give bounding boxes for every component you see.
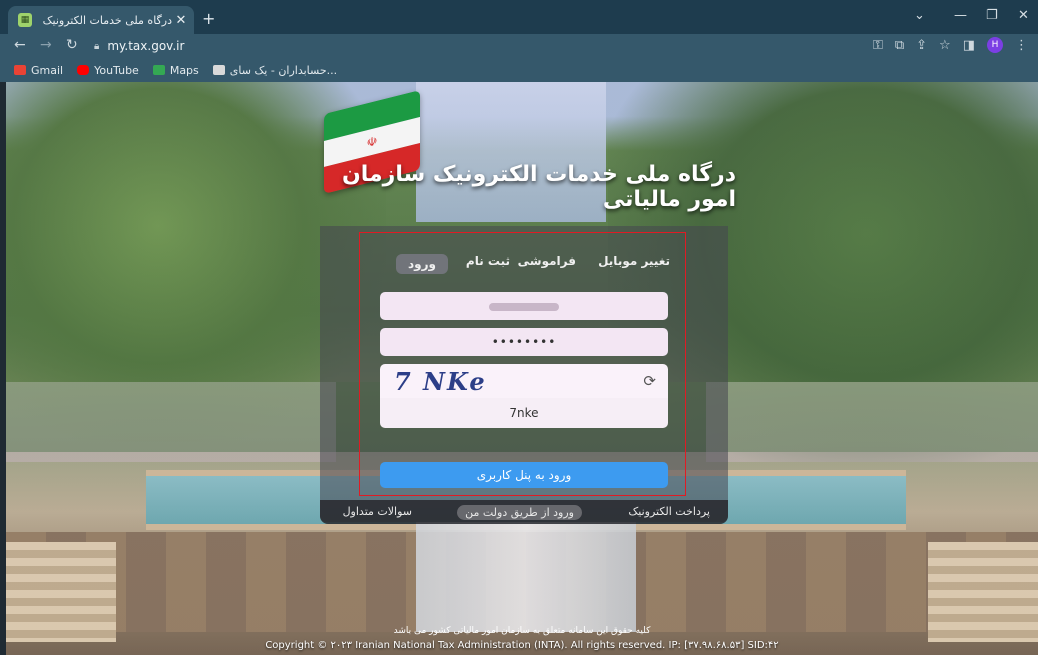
bookmark-hesabdaran[interactable]: حسابداران - یک سای... [212, 64, 337, 77]
tab-register[interactable]: ثبت نام [466, 254, 510, 268]
browser-tab[interactable]: ▦ درگاه ملی خدمات الکترونیک سازما ✕ [8, 6, 194, 34]
tab-close-icon[interactable]: ✕ [172, 13, 190, 28]
restore-icon[interactable]: ❐ [986, 8, 998, 23]
e-payment-link[interactable]: پرداخت الکترونیک [628, 505, 710, 518]
login-tabs: ورود ثبت نام فراموشی تغییر موبایل [380, 254, 670, 278]
captcha-text: 7 NKe [394, 367, 487, 396]
address-bar[interactable]: 🔒︎ my.tax.gov.ir [94, 36, 864, 56]
faq-link[interactable]: سوالات متداول [343, 505, 412, 518]
new-tab-button[interactable]: + [202, 9, 215, 28]
bookmark-youtube[interactable]: YouTube [77, 64, 139, 77]
share-icon[interactable]: ⇪ [916, 38, 927, 53]
login-submit-button[interactable]: ورود به پنل کاربری [380, 462, 668, 488]
sidepanel-icon[interactable]: ◨ [963, 38, 975, 53]
tab-login[interactable]: ورود [396, 254, 448, 274]
key-icon[interactable]: ⚿ [873, 38, 883, 53]
reload-icon[interactable]: ↻ [66, 37, 78, 53]
tab-search-chevron-icon[interactable]: ⌄ [914, 8, 925, 23]
bookmarks-bar: Gmail YouTube Maps حسابداران - یک سای... [0, 58, 1038, 82]
address-url: my.tax.gov.ir [107, 39, 185, 53]
lock-icon: 🔒︎ [94, 40, 100, 52]
bookmark-star-icon[interactable]: ☆ [939, 38, 951, 53]
translate-icon[interactable]: ⧉ [895, 38, 904, 53]
site-title: درگاه ملی خدمات الکترونیک سازمان امور ما… [342, 162, 736, 212]
flag-emblem-icon: ☫ [366, 133, 378, 151]
password-field[interactable]: •••••••• [380, 328, 668, 356]
bookmark-maps[interactable]: Maps [152, 64, 199, 77]
username-field[interactable] [380, 292, 668, 320]
menu-icon[interactable]: ⋮ [1015, 38, 1028, 53]
youtube-icon [77, 65, 90, 75]
tab-title: درگاه ملی خدمات الکترونیک سازما [40, 13, 172, 27]
bookmark-gmail[interactable]: Gmail [14, 64, 63, 77]
profile-avatar[interactable]: H [987, 37, 1003, 53]
footer-rights-fa: کلیه حقوق این سامانه متعلق به سازمان امو… [393, 626, 651, 636]
gmail-icon [14, 65, 26, 75]
back-icon[interactable]: ← [14, 37, 26, 53]
site-favicon-icon: ▦ [18, 13, 32, 27]
minimize-icon[interactable]: — [954, 8, 967, 23]
tab-forgot[interactable]: فراموشی [518, 254, 576, 268]
footer-links: پرداخت الکترونیک ورود از طریق دولت من سو… [320, 500, 728, 524]
browser-tab-bar: ▦ درگاه ملی خدمات الکترونیک سازما ✕ + ⌄ … [0, 0, 1038, 34]
forward-icon[interactable]: → [40, 37, 52, 53]
close-window-icon[interactable]: ✕ [1018, 8, 1029, 23]
gov-login-link[interactable]: ورود از طریق دولت من [457, 505, 582, 520]
page-content: ☫ درگاه ملی خدمات الکترونیک سازمان امور … [6, 82, 1038, 655]
footer-copyright: Copyright © ۲۰۲۳ Iranian National Tax Ad… [265, 640, 779, 651]
captcha-input[interactable]: 7nke [380, 398, 668, 428]
captcha-image: 7 NKe ⟳ [380, 364, 668, 398]
captcha-refresh-icon[interactable]: ⟳ [643, 372, 656, 390]
tab-change-mobile[interactable]: تغییر موبایل [598, 254, 670, 268]
username-value-redacted [489, 302, 559, 311]
toolbar-icons: ⚿ ⧉ ⇪ ☆ ◨ H ⋮ [873, 37, 1028, 53]
maps-icon [152, 65, 165, 75]
browser-toolbar: ← → ↻ 🔒︎ my.tax.gov.ir ⚿ ⧉ ⇪ ☆ ◨ H ⋮ [0, 34, 1038, 58]
hesabdaran-icon [212, 65, 225, 75]
